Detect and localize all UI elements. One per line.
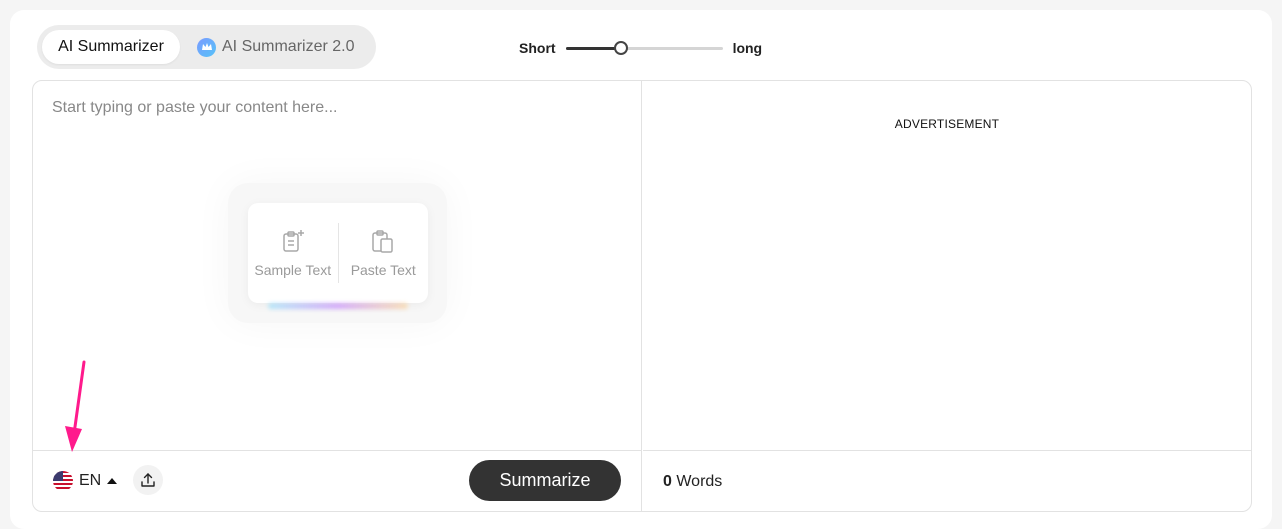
quick-actions-wrapper: Sample Text Paste Text — [228, 183, 447, 323]
output-toolbar: 0 Words — [643, 450, 1251, 511]
sample-text-label: Sample Text — [254, 262, 332, 278]
slider-thumb[interactable] — [613, 41, 628, 55]
upload-button[interactable] — [133, 465, 163, 495]
slider-fill — [565, 47, 621, 50]
clipboard-plus-icon — [283, 230, 304, 252]
word-count-value: 0 — [663, 473, 672, 490]
output-panel: ADVERTISEMENT 0 Words — [643, 81, 1251, 511]
summarize-button[interactable]: Summarize — [469, 460, 621, 501]
quick-actions: Sample Text Paste Text — [248, 203, 429, 309]
mode-switch: AI Summarizer AI Summarizer 2.0 — [37, 25, 376, 69]
length-control: Short long — [519, 38, 762, 58]
tab-label: AI Summarizer 2.0 — [222, 38, 355, 55]
tab-label: AI Summarizer — [58, 38, 164, 55]
advertisement-label: ADVERTISEMENT — [894, 117, 1000, 131]
language-label: EN — [79, 472, 102, 489]
length-short-label: Short — [519, 40, 556, 56]
upload-icon — [141, 473, 155, 487]
length-long-label: long — [732, 40, 763, 56]
panels: Sample Text Paste Text — [32, 80, 1252, 512]
input-panel: Sample Text Paste Text — [33, 81, 642, 511]
tab-ai-summarizer-2[interactable]: AI Summarizer 2.0 — [180, 30, 354, 64]
paste-icon — [372, 230, 393, 253]
paste-text-label: Paste Text — [350, 262, 416, 278]
word-count-label: Words — [676, 473, 723, 490]
language-selector[interactable]: EN — [53, 469, 118, 493]
summarizer-card: AI Summarizer AI Summarizer 2.0 Short lo… — [10, 10, 1272, 529]
paste-text-button[interactable]: Paste Text — [339, 223, 429, 283]
input-toolbar: EN Summarize — [33, 450, 641, 511]
us-flag-icon — [53, 471, 73, 491]
length-slider[interactable] — [565, 38, 723, 58]
tab-ai-summarizer[interactable]: AI Summarizer — [42, 30, 180, 64]
rainbow-glow — [268, 303, 408, 309]
sample-text-button[interactable]: Sample Text — [248, 223, 338, 283]
word-count: 0 Words — [663, 473, 722, 491]
caret-up-icon — [107, 478, 118, 484]
crown-icon — [197, 37, 216, 57]
